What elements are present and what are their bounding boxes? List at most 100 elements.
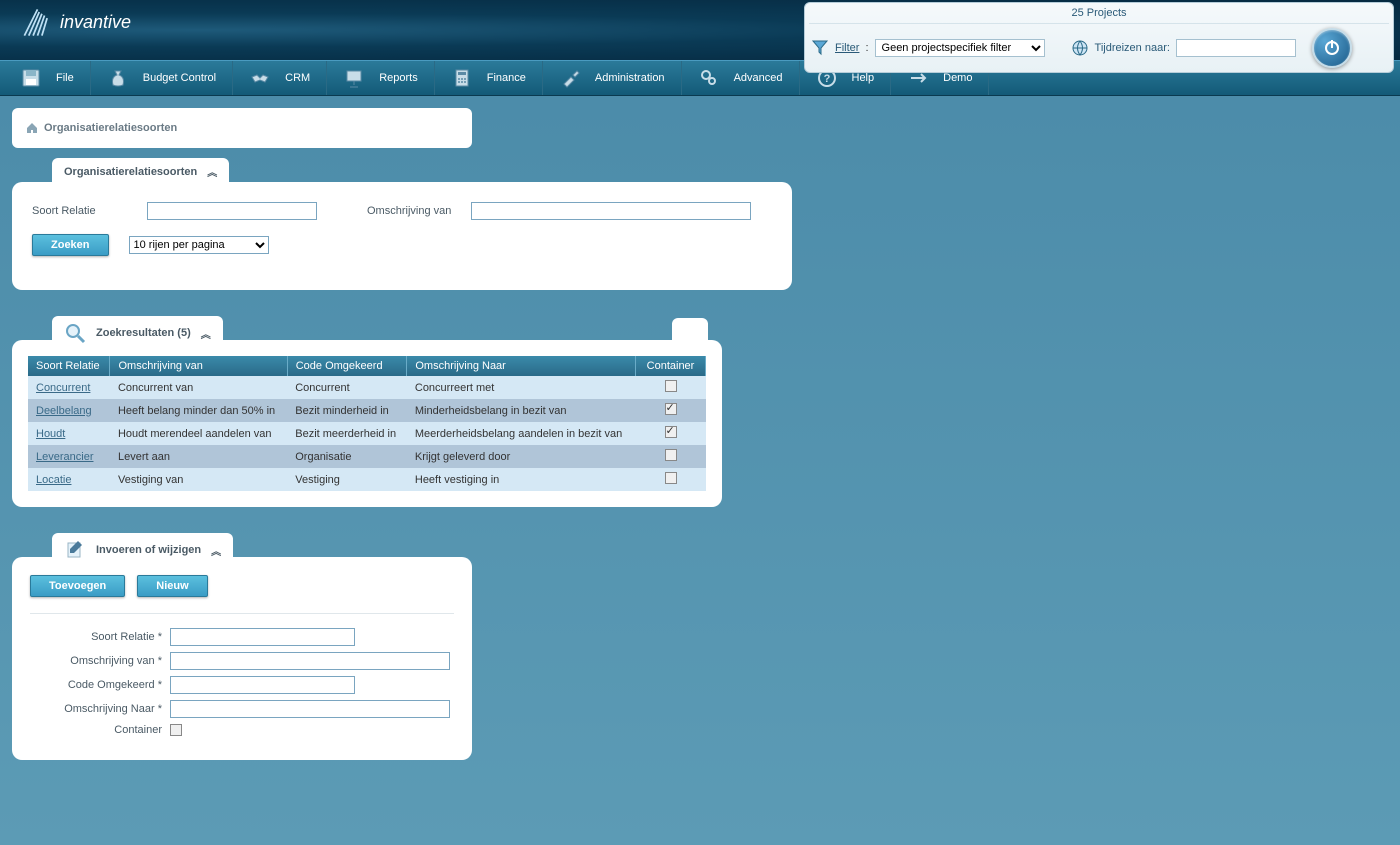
- time-travel-input[interactable]: [1176, 39, 1296, 57]
- search-row-2: Zoeken 10 rijen per pagina: [32, 234, 772, 256]
- logo: invantive: [0, 0, 151, 45]
- disk-icon: [20, 67, 42, 89]
- menu-crm[interactable]: CRM: [233, 61, 327, 95]
- row-link[interactable]: Houdt: [36, 428, 65, 440]
- projects-title: 25 Projects: [809, 5, 1389, 24]
- menu-file[interactable]: File: [4, 61, 91, 95]
- menu-label: Administration: [595, 72, 665, 84]
- row-link[interactable]: Leverancier: [36, 451, 93, 463]
- search-row: Soort Relatie Omschrijving van: [32, 202, 772, 220]
- container-label: Container: [30, 724, 170, 736]
- tab-title: Zoekresultaten (5): [96, 327, 191, 339]
- filter-select[interactable]: Geen projectspecifiek filter: [875, 39, 1045, 57]
- pencil-icon: [64, 539, 86, 561]
- page-title: Organisatierelatiesoorten: [44, 122, 177, 134]
- cell-omschrijving-van: Concurrent van: [110, 376, 287, 399]
- menu-finance[interactable]: Finance: [435, 61, 543, 95]
- omschrijving-van-field[interactable]: [170, 652, 450, 670]
- cell-code: Concurrent: [287, 376, 407, 399]
- filter-colon: :: [865, 42, 868, 54]
- cell-omschrijving-naar: Concurreert met: [407, 376, 636, 399]
- menu-label: Budget Control: [143, 72, 216, 84]
- button-row: Toevoegen Nieuw: [30, 575, 454, 597]
- cell-omschrijving-van: Heeft belang minder dan 50% in: [110, 399, 287, 422]
- gears-icon: [698, 67, 720, 89]
- cell-code: Bezit meerderheid in: [287, 422, 407, 445]
- form-row-code-omgekeerd: Code Omgekeerd *: [30, 676, 454, 694]
- svg-text:?: ?: [823, 73, 830, 85]
- row-link[interactable]: Locatie: [36, 474, 71, 486]
- edit-panel: Invoeren of wijzigen ︽ Toevoegen Nieuw S…: [12, 557, 472, 760]
- divider: [30, 613, 454, 614]
- search-panel: Organisatierelatiesoorten ︽ Soort Relati…: [12, 182, 792, 290]
- row-container-checkbox[interactable]: [665, 472, 677, 484]
- menu-label: Reports: [379, 72, 418, 84]
- add-button[interactable]: Toevoegen: [30, 575, 125, 597]
- omschrijving-naar-field[interactable]: [170, 700, 450, 718]
- money-bag-icon: [107, 67, 129, 89]
- menu-label: Finance: [487, 72, 526, 84]
- cell-omschrijving-van: Houdt merendeel aandelen van: [110, 422, 287, 445]
- omschrijving-van-input[interactable]: [471, 202, 751, 220]
- results-table: Soort Relatie Omschrijving van Code Omge…: [28, 356, 706, 491]
- tab-title: Organisatierelatiesoorten: [64, 166, 197, 178]
- menu-administration[interactable]: Administration: [543, 61, 682, 95]
- results-corner-tab: [672, 318, 708, 340]
- menu-label: CRM: [285, 72, 310, 84]
- table-row: Locatie Vestiging van Vestiging Heeft ve…: [28, 468, 706, 491]
- table-row: Houdt Houdt merendeel aandelen van Bezit…: [28, 422, 706, 445]
- home-icon[interactable]: [26, 122, 38, 134]
- search-button[interactable]: Zoeken: [32, 234, 109, 256]
- edit-panel-tab[interactable]: Invoeren of wijzigen ︽: [52, 533, 233, 567]
- filter-link[interactable]: Filter: [835, 42, 859, 54]
- rows-per-page-select[interactable]: 10 rijen per pagina: [129, 236, 269, 254]
- logo-text: invantive: [60, 12, 131, 33]
- new-button[interactable]: Nieuw: [137, 575, 207, 597]
- code-omgekeerd-label: Code Omgekeerd *: [30, 679, 170, 691]
- row-link[interactable]: Deelbelang: [36, 405, 92, 417]
- table-row: Concurrent Concurrent van Concurrent Con…: [28, 376, 706, 399]
- menu-label: File: [56, 72, 74, 84]
- cell-code: Vestiging: [287, 468, 407, 491]
- row-container-checkbox[interactable]: [665, 380, 677, 392]
- soort-relatie-input[interactable]: [147, 202, 317, 220]
- soort-relatie-label: Soort Relatie: [32, 205, 127, 217]
- funnel-icon: [811, 39, 829, 57]
- results-panel: Zoekresultaten (5) ︽ Soort Relatie Omsch…: [12, 340, 722, 507]
- page-body: Organisatierelatiesoorten Organisatierel…: [0, 96, 1400, 802]
- container-checkbox[interactable]: [170, 724, 182, 736]
- col-container[interactable]: Container: [636, 356, 706, 376]
- code-omgekeerd-field[interactable]: [170, 676, 355, 694]
- soort-relatie-field[interactable]: [170, 628, 355, 646]
- col-omschrijving-naar[interactable]: Omschrijving Naar: [407, 356, 636, 376]
- chevron-up-icon: ︽: [211, 543, 221, 558]
- logo-icon: [20, 5, 55, 40]
- search-panel-tab[interactable]: Organisatierelatiesoorten ︽: [52, 158, 229, 185]
- tab-title: Invoeren of wijzigen: [96, 544, 201, 556]
- table-row: Leverancier Levert aan Organisatie Krijg…: [28, 445, 706, 468]
- breadcrumb: Organisatierelatiesoorten: [12, 108, 472, 148]
- col-soort-relatie[interactable]: Soort Relatie: [28, 356, 110, 376]
- cell-code: Organisatie: [287, 445, 407, 468]
- form-row-container: Container: [30, 724, 454, 736]
- soort-relatie-label: Soort Relatie *: [30, 631, 170, 643]
- row-container-checkbox[interactable]: [665, 426, 677, 438]
- filter-row: Filter : Geen projectspecifiek filter Ti…: [809, 24, 1389, 70]
- handshake-icon: [249, 67, 271, 89]
- row-container-checkbox[interactable]: [665, 403, 677, 415]
- menu-advanced[interactable]: Advanced: [682, 61, 800, 95]
- omschrijving-van-label: Omschrijving van: [367, 205, 451, 217]
- cell-omschrijving-van: Levert aan: [110, 445, 287, 468]
- menu-reports[interactable]: Reports: [327, 61, 435, 95]
- col-omschrijving-van[interactable]: Omschrijving van: [110, 356, 287, 376]
- cell-omschrijving-naar: Meerderheidsbelang aandelen in bezit van: [407, 422, 636, 445]
- menu-budget-control[interactable]: Budget Control: [91, 61, 233, 95]
- row-link[interactable]: Concurrent: [36, 382, 90, 394]
- col-code-omgekeerd[interactable]: Code Omgekeerd: [287, 356, 407, 376]
- row-container-checkbox[interactable]: [665, 449, 677, 461]
- results-panel-tab[interactable]: Zoekresultaten (5) ︽: [52, 316, 223, 350]
- chevron-up-icon: ︽: [207, 164, 217, 179]
- power-button[interactable]: [1312, 28, 1352, 68]
- omschrijving-naar-label: Omschrijving Naar *: [30, 703, 170, 715]
- cell-omschrijving-naar: Krijgt geleverd door: [407, 445, 636, 468]
